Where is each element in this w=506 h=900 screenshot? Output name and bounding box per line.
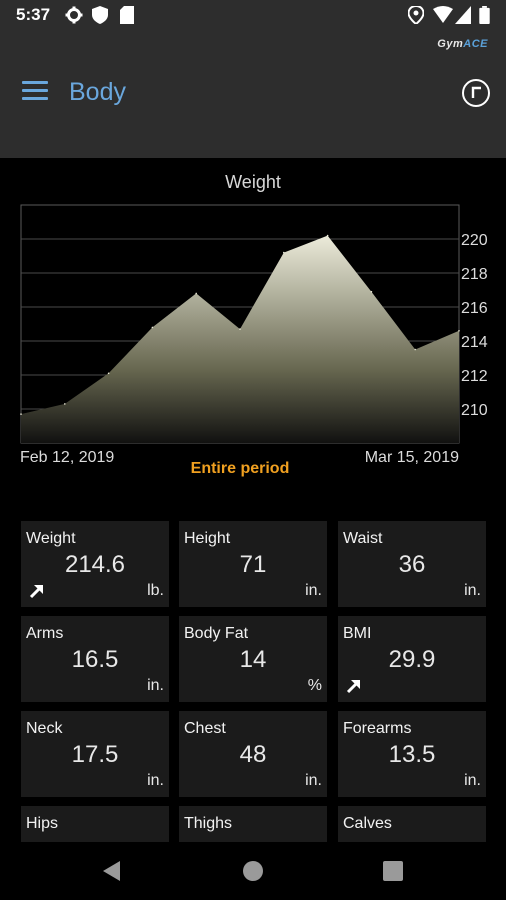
data-point <box>458 330 460 332</box>
tile-label: Thighs <box>184 815 233 832</box>
tile-unit: in. <box>305 772 322 789</box>
y-tick-label: 218 <box>461 266 488 283</box>
tile-label: Chest <box>184 720 226 737</box>
tile-unit: in. <box>464 582 481 599</box>
tile-value: 29.9 <box>388 646 436 673</box>
y-tick-label: 212 <box>461 368 488 385</box>
tile-unit: in. <box>147 772 164 789</box>
tile-value: 17.5 <box>71 741 119 768</box>
tile-label: Hips <box>26 815 59 832</box>
tile-label: Forearms <box>343 720 412 737</box>
history-clock-icon[interactable] <box>461 78 491 108</box>
data-point <box>195 292 197 295</box>
tile-value: 13.5 <box>388 741 436 768</box>
system-nav-bar <box>0 842 506 900</box>
page-title: Body <box>69 78 126 106</box>
sd-card-icon <box>120 6 134 24</box>
trend-up-arrow-icon <box>29 584 44 599</box>
y-tick-label: 216 <box>461 300 488 317</box>
tile-bmi[interactable]: BMI 29.9 <box>338 616 486 702</box>
location-pin-icon <box>408 6 424 24</box>
tile-chest[interactable]: Chest 48 in. <box>179 711 327 797</box>
tile-height[interactable]: Height 71 in. <box>179 521 327 607</box>
status-time: 5:37 <box>16 5 51 24</box>
tile-label: Neck <box>26 720 63 737</box>
data-point <box>414 348 417 351</box>
tile-waist[interactable]: Waist 36 in. <box>338 521 486 607</box>
tile-value: 214.6 <box>64 551 126 578</box>
period-selector[interactable]: Entire period <box>0 460 480 478</box>
tile-value: 48 <box>239 741 267 768</box>
home-icon[interactable] <box>240 858 266 884</box>
tile-value: 36 <box>398 551 426 578</box>
tile-unit: in. <box>305 582 322 599</box>
data-point <box>239 328 241 330</box>
weight-chart: 210 212 214 216 218 220 <box>20 204 488 444</box>
data-point <box>64 403 66 405</box>
tile-unit: % <box>307 677 322 694</box>
y-tick-label: 210 <box>461 402 488 419</box>
tile-unit: in. <box>147 677 164 694</box>
signal-icon <box>455 6 471 24</box>
battery-icon <box>479 6 490 24</box>
tile-value: 71 <box>239 551 267 578</box>
chart-title: Weight <box>225 172 281 192</box>
data-point <box>326 234 329 237</box>
tile-label: BMI <box>343 625 372 642</box>
brand-logo: GymACE <box>437 38 488 50</box>
back-icon[interactable] <box>99 858 125 884</box>
data-point <box>107 372 110 375</box>
settings-gear-icon <box>65 6 83 24</box>
tile-label: Weight <box>26 530 76 547</box>
y-tick-label: 220 <box>461 232 488 249</box>
trend-up-arrow-icon <box>346 679 361 694</box>
tile-unit: lb. <box>147 582 164 599</box>
tile-label: Arms <box>26 625 64 642</box>
tile-value: 16.5 <box>71 646 119 673</box>
app-bar: GymACE Body <box>0 30 506 158</box>
tile-weight[interactable]: Weight 214.6 lb. <box>21 521 169 607</box>
tile-body-fat[interactable]: Body Fat 14% <box>179 616 327 702</box>
tile-arms[interactable]: Arms 16.5 in. <box>21 616 169 702</box>
wifi-icon <box>433 6 453 23</box>
tile-value: 14 <box>239 646 267 673</box>
data-point <box>283 251 285 254</box>
status-bar: 5:37 <box>0 0 506 30</box>
y-tick-label: 214 <box>461 334 488 351</box>
tile-neck[interactable]: Neck 17.5 in. <box>21 711 169 797</box>
tile-forearms[interactable]: Forearms 13.5 in. <box>338 711 486 797</box>
shield-icon <box>92 6 108 24</box>
hamburger-menu-icon[interactable] <box>22 81 48 103</box>
data-point <box>370 290 373 293</box>
data-point <box>20 413 22 415</box>
tile-label: Waist <box>343 530 383 547</box>
tile-label: Body Fat <box>184 625 249 642</box>
tile-unit: in. <box>464 772 481 789</box>
data-point <box>151 326 154 329</box>
tile-label: Calves <box>343 815 392 832</box>
tile-label: Height <box>184 530 231 547</box>
recents-icon[interactable] <box>380 858 406 884</box>
